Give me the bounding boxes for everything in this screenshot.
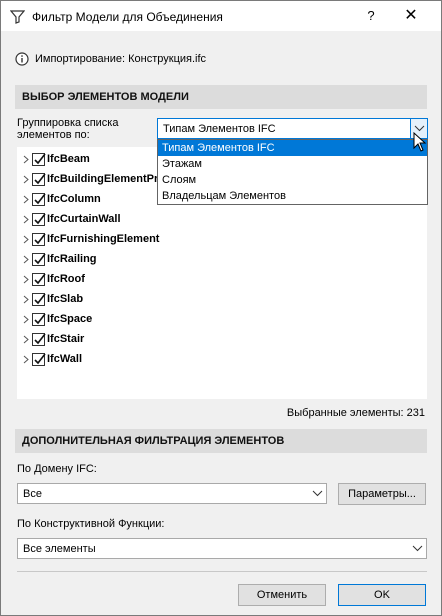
chevron-right-icon[interactable] xyxy=(20,254,31,265)
tree-item[interactable]: IfcCurtainWall xyxy=(17,209,121,229)
import-info: Импортирование: Конструкция.ifc xyxy=(15,49,206,69)
section-header-element-selection: ВЫБОР ЭЛЕМЕНТОВ МОДЕЛИ xyxy=(15,85,427,109)
tree-item[interactable]: IfcColumn xyxy=(17,189,101,209)
import-label: Импортирование: Конструкция.ifc xyxy=(35,53,207,65)
checkbox[interactable] xyxy=(32,252,46,266)
chevron-down-icon[interactable] xyxy=(309,484,326,503)
tree-item[interactable]: IfcSlab xyxy=(17,289,83,309)
function-select-value: Все элементы xyxy=(23,543,96,555)
chevron-right-icon[interactable] xyxy=(20,214,31,225)
chevron-down-icon[interactable] xyxy=(409,539,426,558)
chevron-right-icon[interactable] xyxy=(20,294,31,305)
selected-elements-count: Выбранные элементы: 231 xyxy=(286,407,425,419)
tree-item[interactable]: IfcBeam xyxy=(17,149,90,169)
tree-item-label: IfcStair xyxy=(47,333,85,345)
checkbox[interactable] xyxy=(32,352,46,366)
tree-item-label: IfcRailing xyxy=(47,253,97,265)
footer-divider xyxy=(17,571,427,572)
title-bar[interactable]: Фильтр Модели для Объединения ? ✕ xyxy=(1,1,441,31)
grouping-label: Группировка списка элементов по: xyxy=(17,117,119,141)
chevron-right-icon[interactable] xyxy=(20,354,31,365)
function-label: По Конструктивной Функции: xyxy=(17,518,165,530)
dropdown-option[interactable]: Владельцам Элементов xyxy=(158,188,427,204)
checkbox[interactable] xyxy=(32,152,46,166)
tree-item[interactable]: IfcRailing xyxy=(17,249,97,269)
checkbox[interactable] xyxy=(32,272,46,286)
tree-item-label: IfcCurtainWall xyxy=(47,213,121,225)
tree-item-label: IfcColumn xyxy=(47,193,101,205)
chevron-right-icon[interactable] xyxy=(20,194,31,205)
cancel-button[interactable]: Отменить xyxy=(238,584,326,606)
tree-item[interactable]: IfcRoof xyxy=(17,269,85,289)
window-title: Фильтр Модели для Объединения xyxy=(32,10,223,24)
filter-dialog: Фильтр Модели для Объединения ? ✕ Импорт… xyxy=(0,0,442,616)
tree-item[interactable]: IfcSpace xyxy=(17,309,92,329)
function-select[interactable]: Все элементы xyxy=(17,538,427,559)
tree-item[interactable]: IfcStair xyxy=(17,329,84,349)
ok-button[interactable]: OK xyxy=(338,584,426,606)
close-button[interactable]: ✕ xyxy=(396,5,426,27)
dropdown-option[interactable]: Типам Элементов IFC xyxy=(158,140,427,156)
tree-item-label: IfcRoof xyxy=(47,273,85,285)
mouse-cursor-icon xyxy=(413,132,427,152)
tree-item[interactable]: IfcWall xyxy=(17,349,82,369)
dropdown-option[interactable]: Этажам xyxy=(158,156,427,172)
parameters-button[interactable]: Параметры... xyxy=(338,483,426,505)
tree-item[interactable]: IfcBuildingElementProxy xyxy=(17,169,177,189)
section-header-additional-filtering: ДОПОЛНИТЕЛЬНАЯ ФИЛЬТРАЦИЯ ЭЛЕМЕНТОВ xyxy=(15,429,427,453)
checkbox[interactable] xyxy=(32,332,46,346)
info-icon xyxy=(15,52,29,66)
grouping-select[interactable]: Типам Элементов IFC xyxy=(157,118,428,139)
domain-label: По Домену IFC: xyxy=(17,463,97,475)
checkbox[interactable] xyxy=(32,232,46,246)
chevron-right-icon[interactable] xyxy=(20,334,31,345)
checkbox[interactable] xyxy=(32,192,46,206)
checkbox[interactable] xyxy=(32,212,46,226)
tree-item-label: IfcWall xyxy=(47,353,83,365)
tree-item-label: IfcSlab xyxy=(47,293,84,305)
tree-item-label: IfcSpace xyxy=(47,313,93,325)
checkbox[interactable] xyxy=(32,292,46,306)
checkbox[interactable] xyxy=(32,172,46,186)
tree-item-label: IfcBeam xyxy=(47,153,90,165)
filter-app-icon xyxy=(10,10,25,24)
chevron-right-icon[interactable] xyxy=(20,234,31,245)
chevron-right-icon[interactable] xyxy=(20,174,31,185)
help-button[interactable]: ? xyxy=(361,7,381,25)
grouping-select-value: Типам Элементов IFC xyxy=(163,123,276,135)
domain-select[interactable]: Все xyxy=(17,483,327,504)
tree-item-label: IfcFurnishingElement xyxy=(47,233,160,245)
grouping-dropdown-list[interactable]: Типам Элементов IFC Этажам Слоям Владель… xyxy=(157,139,428,205)
chevron-right-icon[interactable] xyxy=(20,274,31,285)
dropdown-option[interactable]: Слоям xyxy=(158,172,427,188)
tree-item[interactable]: IfcFurnishingElement xyxy=(17,229,159,249)
chevron-right-icon[interactable] xyxy=(20,154,31,165)
chevron-right-icon[interactable] xyxy=(20,314,31,325)
domain-select-value: Все xyxy=(23,488,42,500)
checkbox[interactable] xyxy=(32,312,46,326)
